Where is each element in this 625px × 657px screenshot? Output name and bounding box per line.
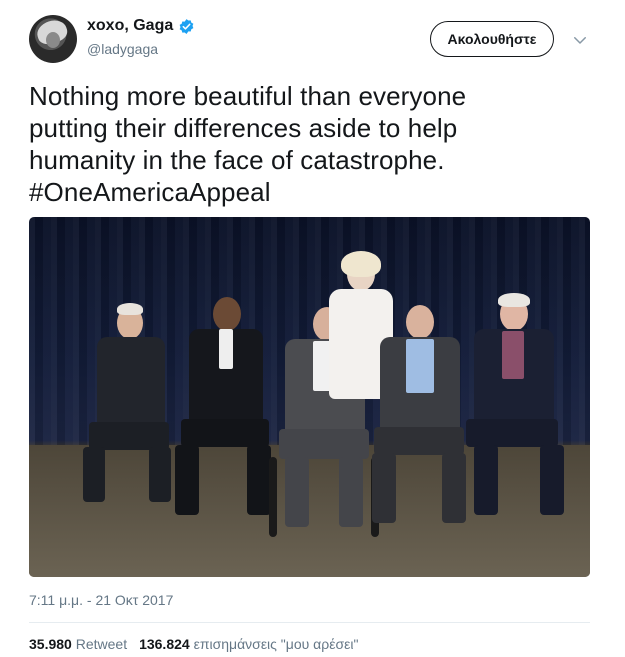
likes-count: 136.824 (139, 636, 190, 652)
avatar-face (46, 32, 60, 48)
chevron-down-icon[interactable] (571, 31, 589, 49)
avatar[interactable] (29, 15, 77, 63)
user-name-row[interactable]: xoxo, Gaga (87, 17, 195, 35)
retweets-label: Retweet (75, 636, 128, 652)
photo-person (79, 303, 179, 517)
follow-button[interactable]: Ακολουθήστε (430, 21, 554, 57)
user-handle[interactable]: @ladygaga (87, 41, 158, 57)
tweet-text: Nothing more beautiful than everyone put… (29, 81, 467, 207)
retweets-stat[interactable]: 35.980 Retweet (29, 636, 127, 652)
divider (29, 622, 590, 623)
retweets-count: 35.980 (29, 636, 72, 652)
likes-label: επισημάνσεις "μου αρέσει" (193, 636, 359, 652)
tweet-photo[interactable] (29, 217, 590, 577)
display-name[interactable]: xoxo, Gaga (87, 17, 173, 35)
tweet-stats: 35.980 Retweet 136.824 επισημάνσεις "μου … (29, 636, 358, 652)
photo-person (454, 293, 564, 527)
likes-stat[interactable]: 136.824 επισημάνσεις "μου αρέσει" (139, 636, 358, 652)
tweet-timestamp[interactable]: 7:11 μ.μ. - 21 Οκτ 2017 (29, 592, 173, 608)
verified-badge-icon (179, 18, 194, 34)
photo-person (169, 297, 279, 527)
